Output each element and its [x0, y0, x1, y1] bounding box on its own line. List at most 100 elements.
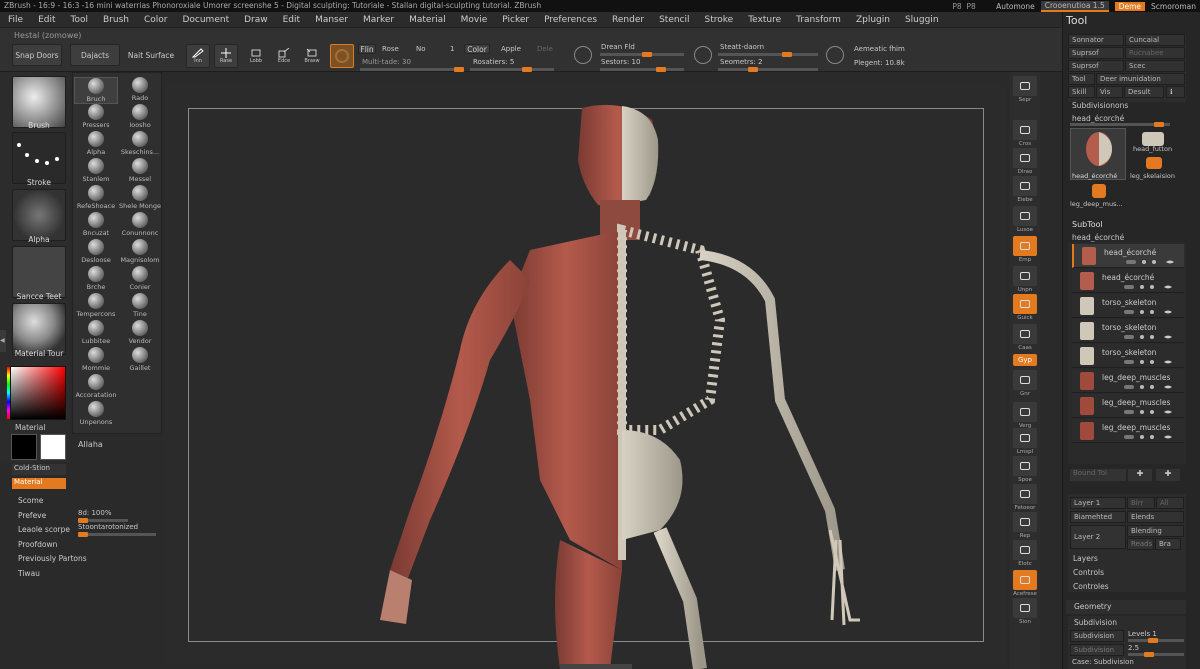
layer1-button[interactable]: Layer 1 — [1070, 497, 1126, 509]
brush-item[interactable]: Alpha — [74, 131, 118, 156]
bra-button[interactable]: Bra — [1155, 538, 1181, 550]
menu-prefeve[interactable]: Prefeve — [18, 511, 87, 526]
menu-transform[interactable]: Transform — [796, 15, 841, 25]
rstrip-button[interactable] — [1013, 512, 1037, 532]
subtool-row[interactable]: leg_deep_muscles — [1072, 369, 1184, 393]
rstrip-button[interactable] — [1013, 148, 1037, 168]
brush-item[interactable]: Ioosho — [118, 104, 162, 129]
seometers-slider[interactable] — [718, 67, 818, 72]
subdivision-header[interactable]: Subdivision — [1074, 618, 1117, 627]
rstrip-button[interactable] — [1013, 176, 1037, 196]
steatt-icon[interactable] — [694, 46, 712, 64]
steatt-slider[interactable] — [718, 52, 818, 57]
menu-tool[interactable]: Tool — [71, 15, 88, 25]
tool-thumb-futton[interactable] — [1142, 132, 1164, 146]
all-button[interactable]: All — [1156, 497, 1184, 509]
tool-rucnabee[interactable]: Rucnabee — [1125, 47, 1185, 59]
tool-deer[interactable]: Deer imunidation — [1096, 73, 1185, 85]
rstrip-button[interactable] — [1013, 456, 1037, 476]
layer2-button[interactable]: Layer 2 — [1070, 525, 1126, 549]
menu-stencil[interactable]: Stencil — [659, 15, 689, 25]
multi-tade-slider[interactable] — [360, 67, 464, 72]
tool-vis[interactable]: Vis — [1096, 86, 1123, 98]
collapse-left-icon[interactable]: ◀ — [0, 330, 6, 352]
subtool-toggles[interactable] — [1124, 433, 1174, 439]
controls-label[interactable]: Controls — [1073, 568, 1104, 577]
automone-label[interactable]: Automone — [996, 2, 1035, 11]
menu-stroke[interactable]: Stroke — [705, 15, 734, 25]
hue-strip[interactable] — [7, 367, 10, 419]
zoom-readout[interactable]: Crooenutioa 1.5 — [1040, 0, 1109, 12]
sub-value-slider[interactable] — [1128, 652, 1184, 657]
menu-draw[interactable]: Draw — [244, 15, 268, 25]
menu-tiwau[interactable]: Tiwau — [18, 569, 87, 584]
rose-label[interactable]: Rose — [382, 45, 399, 53]
brush-item[interactable]: Brche — [74, 266, 118, 291]
material-swatch[interactable] — [330, 44, 354, 68]
rstrip-button[interactable] — [1013, 236, 1037, 256]
draw-mode-button[interactable]: Rase — [214, 44, 238, 68]
menu-edit-2[interactable]: Edit — [283, 15, 300, 25]
subtool-toggles[interactable] — [1124, 358, 1174, 364]
rstrip-button[interactable] — [1013, 402, 1037, 422]
rstrip-button[interactable] — [1013, 266, 1037, 286]
controles-label[interactable]: Controles — [1073, 582, 1109, 591]
menu-sluggin[interactable]: Sluggin — [905, 15, 939, 25]
brush-item[interactable]: Lubbitee — [74, 320, 118, 345]
bound-tol-button[interactable]: Bound Tol — [1070, 469, 1126, 481]
material-thumb[interactable] — [12, 303, 66, 355]
drean-fld-slider[interactable] — [600, 52, 684, 57]
menu-file[interactable]: File — [8, 15, 23, 25]
rstrip-button[interactable] — [1013, 428, 1037, 448]
blending-button[interactable]: Blending — [1127, 525, 1184, 537]
subtool-row[interactable]: torso_skeleton — [1072, 294, 1184, 318]
subtool-row[interactable]: leg_deep_muscles — [1072, 419, 1184, 443]
tool-suprsof-2[interactable]: Suprsof — [1068, 60, 1124, 72]
brush-item[interactable]: Skeschins... — [118, 131, 162, 156]
rosatiers-slider[interactable] — [470, 67, 554, 72]
primary-color-swatch[interactable] — [11, 434, 37, 460]
no-label[interactable]: No — [416, 45, 426, 53]
dele-label[interactable]: Dele — [537, 45, 553, 53]
brush-item[interactable]: Magnisolom — [118, 239, 162, 264]
brush-item[interactable]: Unpenons — [74, 401, 118, 426]
subtool-toggles[interactable] — [1124, 408, 1174, 414]
menu-zplugin[interactable]: Zplugin — [856, 15, 890, 25]
brush-item[interactable]: Vendor — [118, 320, 162, 345]
brush-item[interactable]: Conier — [118, 266, 162, 291]
aemeatic-icon[interactable] — [826, 46, 844, 64]
brush-item[interactable]: Bncuzat — [74, 212, 118, 237]
texture-thumb[interactable] — [12, 246, 66, 298]
rstrip-button[interactable] — [1013, 570, 1037, 590]
rstrip-button[interactable] — [1013, 76, 1037, 96]
menu-render[interactable]: Render — [612, 15, 644, 25]
menu-marker[interactable]: Marker — [363, 15, 394, 25]
rstrip-button[interactable]: Gyp — [1013, 354, 1037, 366]
tool-cuncaial[interactable]: Cuncaial — [1125, 34, 1185, 46]
brush-item[interactable]: Conunnonc — [118, 212, 162, 237]
brush-item[interactable]: Gaillet — [118, 347, 162, 372]
rstrip-button[interactable] — [1013, 484, 1037, 504]
menu-material[interactable]: Material — [409, 15, 446, 25]
prefeve-slider[interactable] — [78, 518, 128, 523]
brush-item[interactable]: Pressers — [74, 104, 118, 129]
alpha-thumb[interactable] — [12, 189, 66, 241]
menu-leaole[interactable]: Leaole scorpe — [18, 525, 87, 540]
menu-edit[interactable]: Edit — [38, 15, 55, 25]
menu-movie[interactable]: Movie — [461, 15, 488, 25]
menu-texture[interactable]: Texture — [748, 15, 781, 25]
stroke-thumb[interactable] — [12, 132, 66, 184]
menu-previously-partons[interactable]: Previously Partons — [18, 554, 87, 569]
tool-scec[interactable]: Scec — [1125, 60, 1185, 72]
tool-tool[interactable]: Tool — [1068, 73, 1095, 85]
brush-item[interactable]: RefeShoace — [74, 185, 118, 210]
tool-thumb-leg-skel[interactable] — [1146, 157, 1162, 169]
scale-mode-button[interactable]: Edce — [272, 44, 296, 68]
subtool-row[interactable]: head_écorché — [1072, 244, 1184, 268]
nait-surface-button[interactable]: Nait Surface — [124, 44, 178, 66]
drean-fld-icon[interactable] — [574, 46, 592, 64]
rotate-mode-button[interactable]: Brasw — [300, 44, 324, 68]
rstrip-button[interactable] — [1013, 370, 1037, 390]
sestors-slider[interactable] — [600, 67, 684, 72]
brush-item[interactable]: Accoratation — [74, 374, 118, 399]
